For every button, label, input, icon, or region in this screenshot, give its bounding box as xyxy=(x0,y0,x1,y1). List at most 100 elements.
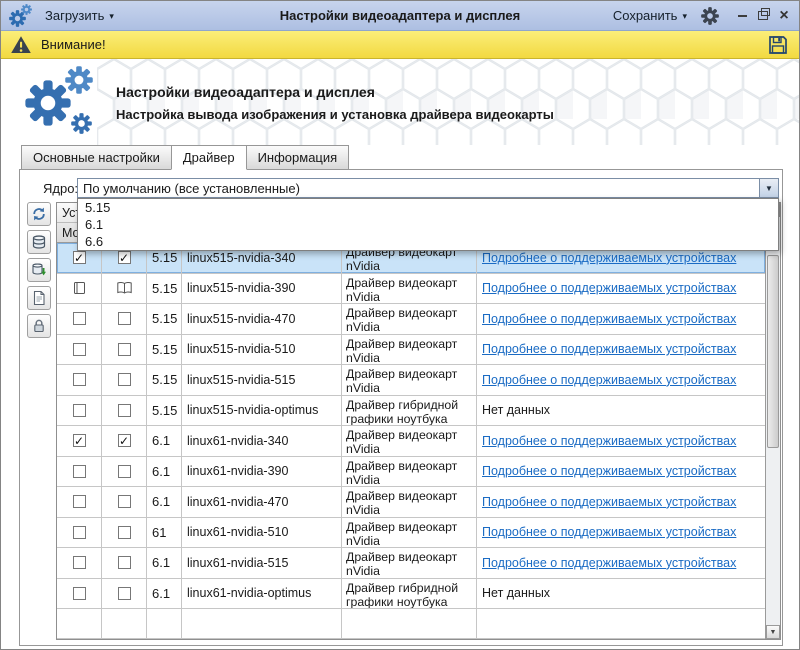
supported-devices-link[interactable]: Подробнее о поддерживаемых устройствах xyxy=(482,373,736,387)
table-row[interactable]: 6.1linux61-nvidia-470Драйвер видеокартnV… xyxy=(57,487,765,518)
checkbox-unchecked[interactable] xyxy=(73,373,86,386)
checkbox-unchecked[interactable] xyxy=(73,343,86,356)
checkbox-unchecked[interactable] xyxy=(118,373,131,386)
supported-devices-link[interactable]: Подробнее о поддерживаемых устройствах xyxy=(482,495,736,509)
supported-devices-link[interactable]: Подробнее о поддерживаемых устройствах xyxy=(482,312,736,326)
checkbox-unchecked[interactable] xyxy=(118,526,131,539)
installed-cell[interactable] xyxy=(57,365,102,395)
checkbox-unchecked[interactable] xyxy=(118,404,131,417)
installed-cell[interactable] xyxy=(57,335,102,365)
driver-description: Драйвер видеокартnVidia xyxy=(342,274,477,304)
checkbox-unchecked[interactable] xyxy=(118,556,131,569)
installed-cell[interactable] xyxy=(57,518,102,548)
module-cell[interactable] xyxy=(102,365,147,395)
vertical-scrollbar[interactable]: ▲ ▼ xyxy=(765,203,780,639)
tab-basic-settings[interactable]: Основные настройки xyxy=(21,145,172,170)
minimize-button[interactable] xyxy=(735,9,749,23)
supported-devices-link[interactable]: Подробнее о поддерживаемых устройствах xyxy=(482,434,736,448)
checkbox-unchecked[interactable] xyxy=(118,343,131,356)
checkbox-unchecked[interactable] xyxy=(73,404,86,417)
refresh-button[interactable] xyxy=(27,202,51,226)
document-button[interactable] xyxy=(27,286,51,310)
supported-devices-link[interactable]: Подробнее о поддерживаемых устройствах xyxy=(482,251,736,265)
lock-button[interactable] xyxy=(27,314,51,338)
module-cell[interactable] xyxy=(102,548,147,578)
header: Настройки видеоадаптера и дисплея Настро… xyxy=(1,59,799,145)
supported-devices-link[interactable]: Подробнее о поддерживаемых устройствах xyxy=(482,342,736,356)
packages-button[interactable] xyxy=(27,230,51,254)
driver-name: linux61-nvidia-510 xyxy=(182,518,342,548)
save-button[interactable]: Сохранить ▾ xyxy=(613,8,687,23)
table-row[interactable]: 5.15linux515-nvidia-470Драйвер видеокарт… xyxy=(57,304,765,335)
kernel-option[interactable]: 6.6 xyxy=(78,233,778,250)
restore-button[interactable] xyxy=(756,9,770,23)
checkbox-checked[interactable]: ✓ xyxy=(118,251,131,264)
supported-devices-link[interactable]: Подробнее о поддерживаемых устройствах xyxy=(482,281,736,295)
installed-cell[interactable]: ✓ xyxy=(57,426,102,456)
table-row[interactable]: 6.1linux61-nvidia-390Драйвер видеокартnV… xyxy=(57,457,765,488)
devices-info-cell: Подробнее о поддерживаемых устройствах xyxy=(477,426,765,456)
table-row[interactable]: ✓✓6.1linux61-nvidia-340Драйвер видеокарт… xyxy=(57,426,765,457)
module-cell[interactable]: ✓ xyxy=(102,426,147,456)
installed-cell[interactable] xyxy=(57,579,102,609)
tab-driver[interactable]: Драйвер xyxy=(171,145,247,170)
installed-cell[interactable] xyxy=(57,304,102,334)
kernel-version: 5.15 xyxy=(147,335,182,365)
combo-dropdown-button[interactable]: ▼ xyxy=(759,179,778,197)
driver-description: Драйвер видеокартnVidia xyxy=(342,518,477,548)
page-subtitle: Настройка вывода изображения и установка… xyxy=(116,107,554,122)
checkbox-unchecked[interactable] xyxy=(73,526,86,539)
module-cell[interactable] xyxy=(102,274,147,304)
refresh-icon xyxy=(31,206,47,222)
save-to-file-button[interactable] xyxy=(766,33,790,57)
module-cell[interactable] xyxy=(102,457,147,487)
supported-devices-link[interactable]: Подробнее о поддерживаемых устройствах xyxy=(482,464,736,478)
checkbox-unchecked[interactable] xyxy=(118,587,131,600)
table-row[interactable]: 5.15linux515-nvidia-515Драйвер видеокарт… xyxy=(57,365,765,396)
kernel-select[interactable]: По умолчанию (все установленные) ▼ xyxy=(77,178,779,198)
checkbox-unchecked[interactable] xyxy=(73,556,86,569)
checkbox-unchecked[interactable] xyxy=(118,495,131,508)
installed-cell[interactable] xyxy=(57,396,102,426)
checkbox-checked[interactable]: ✓ xyxy=(73,434,86,447)
load-button[interactable]: Загрузить ▾ xyxy=(45,8,114,23)
dropdown-arrow-icon: ▾ xyxy=(682,11,687,22)
table-row[interactable]: 6.1linux61-nvidia-515Драйвер видеокартnV… xyxy=(57,548,765,579)
table-row[interactable]: 5.15linux515-nvidia-optimusДрайвер гибри… xyxy=(57,396,765,427)
installed-cell[interactable] xyxy=(57,548,102,578)
module-cell[interactable] xyxy=(102,518,147,548)
table-row[interactable]: 6.1linux61-nvidia-optimusДрайвер гибридн… xyxy=(57,579,765,610)
checkbox-unchecked[interactable] xyxy=(73,312,86,325)
module-cell[interactable] xyxy=(102,304,147,334)
checkbox-unchecked[interactable] xyxy=(118,312,131,325)
installed-cell[interactable] xyxy=(57,274,102,304)
scroll-down-button[interactable]: ▼ xyxy=(766,625,780,639)
supported-devices-link[interactable]: Подробнее о поддерживаемых устройствах xyxy=(482,525,736,539)
module-cell[interactable] xyxy=(102,487,147,517)
checkbox-unchecked[interactable] xyxy=(73,495,86,508)
kernel-select-value: По умолчанию (все установленные) xyxy=(83,181,300,196)
checkbox-checked[interactable]: ✓ xyxy=(118,434,131,447)
warning-icon xyxy=(10,35,32,54)
checkbox-unchecked[interactable] xyxy=(73,465,86,478)
checkbox-unchecked[interactable] xyxy=(73,587,86,600)
checkbox-checked[interactable]: ✓ xyxy=(73,251,86,264)
table-row[interactable]: 5.15linux515-nvidia-510Драйвер видеокарт… xyxy=(57,335,765,366)
driver-update-button[interactable] xyxy=(27,258,51,282)
table-row[interactable]: 61linux61-nvidia-510Драйвер видеокартnVi… xyxy=(57,518,765,549)
tab-information[interactable]: Информация xyxy=(246,145,350,170)
close-button[interactable]: × xyxy=(777,9,791,23)
module-cell[interactable] xyxy=(102,579,147,609)
settings-gear-button[interactable] xyxy=(701,7,719,25)
installed-cell[interactable] xyxy=(57,487,102,517)
kernel-option[interactable]: 5.15 xyxy=(78,199,778,216)
supported-devices-link[interactable]: Подробнее о поддерживаемых устройствах xyxy=(482,556,736,570)
installed-cell[interactable] xyxy=(57,457,102,487)
table-row[interactable]: 5.15linux515-nvidia-390Драйвер видеокарт… xyxy=(57,274,765,305)
checkbox-unchecked[interactable] xyxy=(118,465,131,478)
module-cell[interactable] xyxy=(102,396,147,426)
kernel-option[interactable]: 6.1 xyxy=(78,216,778,233)
empty-cell xyxy=(477,609,765,638)
module-cell[interactable] xyxy=(102,335,147,365)
scrollbar-thumb[interactable] xyxy=(767,255,779,448)
